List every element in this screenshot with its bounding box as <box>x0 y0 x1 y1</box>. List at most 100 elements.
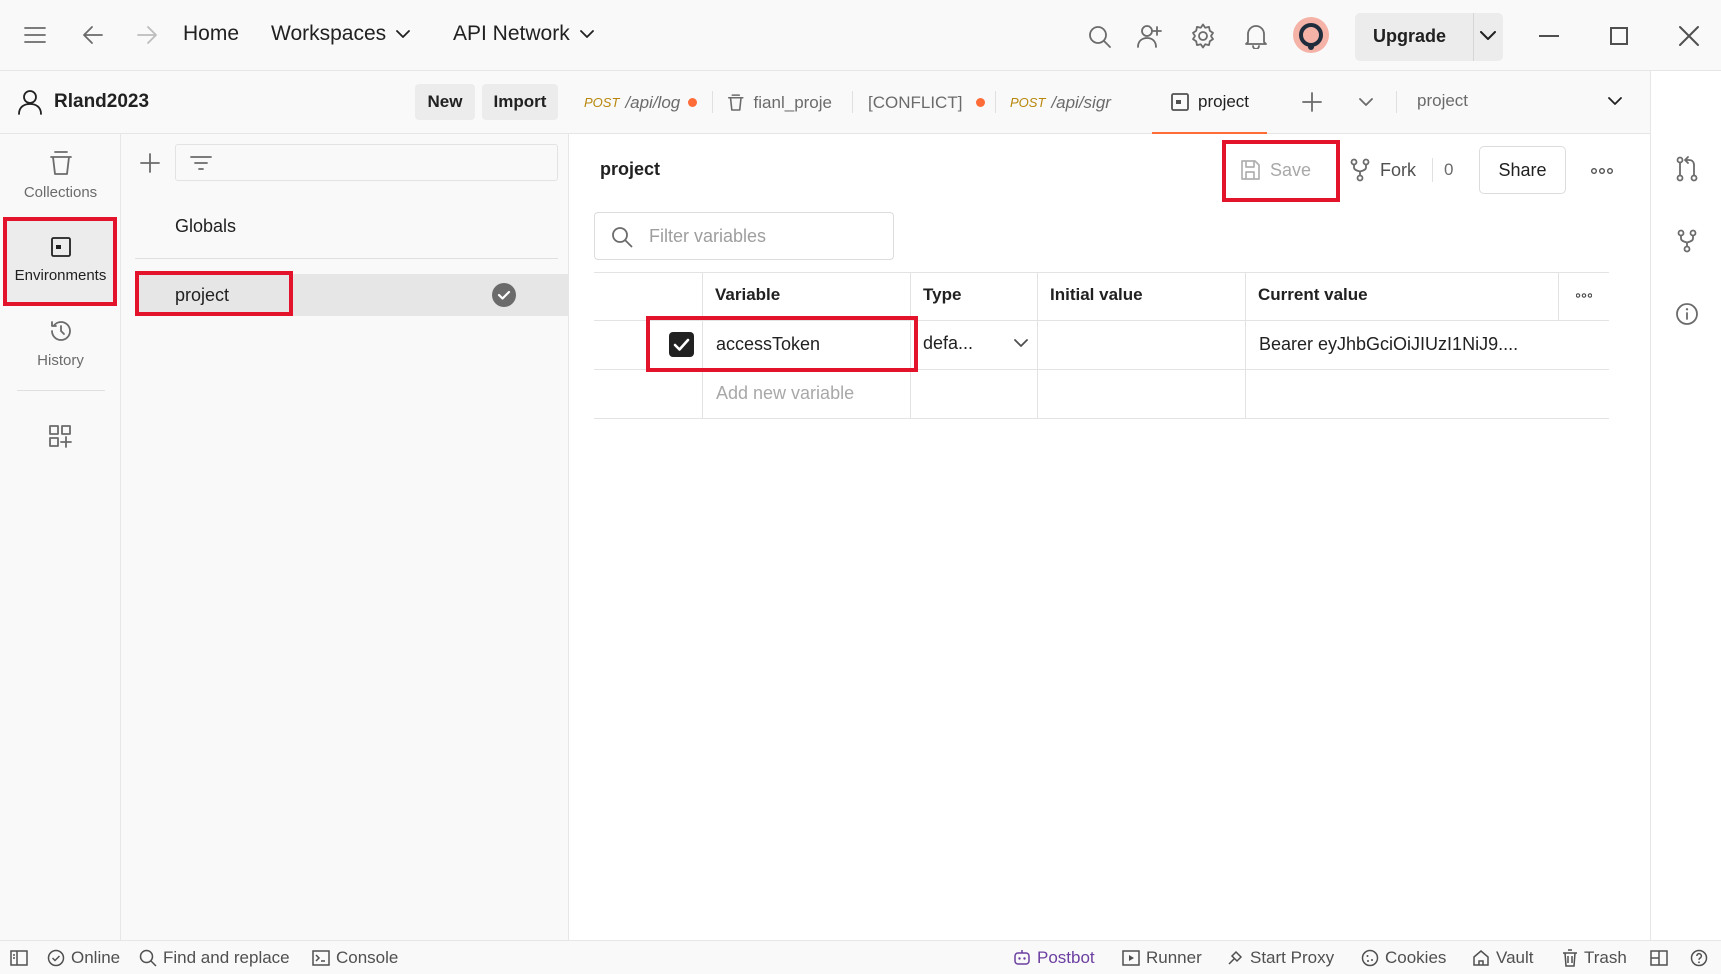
sidebar-item-globals[interactable]: Globals <box>175 216 236 237</box>
online-status[interactable]: Online <box>47 948 120 968</box>
save-label: Save <box>1270 159 1312 180</box>
sidebar-filter-input[interactable] <box>175 144 558 181</box>
configure-sidebar-icon[interactable] <box>48 424 72 448</box>
toggle-sidebar-icon[interactable] <box>10 950 28 966</box>
tab-separator <box>1396 91 1397 113</box>
rail-history[interactable]: History <box>0 318 121 369</box>
runner-button[interactable]: Runner <box>1122 948 1202 968</box>
table-row-divider <box>594 320 1609 321</box>
workspace-name[interactable]: Rland2023 <box>54 91 149 113</box>
table-column-divider <box>1558 272 1559 320</box>
home-link[interactable]: Home <box>183 22 239 46</box>
new-button[interactable]: New <box>415 84 475 120</box>
vault-label: Vault <box>1496 948 1534 967</box>
save-button[interactable]: Save <box>1239 152 1329 188</box>
trash-button[interactable]: Trash <box>1562 948 1627 968</box>
close-window-icon[interactable] <box>1678 25 1700 47</box>
fork-info-icon[interactable] <box>1676 229 1698 253</box>
tab-project-active[interactable]: project <box>1152 71 1267 134</box>
active-environment-check-icon[interactable] <box>492 283 516 307</box>
workspaces-label: Workspaces <box>271 22 387 45</box>
table-row-divider <box>594 369 1609 370</box>
column-header-current-value: Current value <box>1258 285 1368 304</box>
fork-label: Fork <box>1380 159 1416 180</box>
minimize-window-icon[interactable] <box>1539 35 1559 37</box>
add-new-variable-input[interactable]: Add new variable <box>716 383 854 404</box>
tab-fianl-project[interactable]: fianl_proje <box>727 71 832 134</box>
find-and-replace-button[interactable]: Find and replace <box>139 948 290 968</box>
variable-type-select[interactable]: defa... <box>923 333 1028 354</box>
help-icon[interactable] <box>1690 949 1708 967</box>
settings-gear-icon[interactable] <box>1190 23 1216 49</box>
divider <box>17 390 105 391</box>
fork-count[interactable]: 0 <box>1444 160 1453 180</box>
online-status-label: Online <box>71 948 121 967</box>
new-tab-plus-icon[interactable] <box>1301 91 1323 113</box>
console-label: Console <box>336 948 399 967</box>
top-bar: Home Workspaces API Network Upgrade <box>0 0 1721 71</box>
cookies-label: Cookies <box>1385 948 1447 967</box>
avatar[interactable] <box>1293 17 1329 53</box>
rail-collections-label: Collections <box>23 184 98 201</box>
upgrade-dropdown-chevron-icon[interactable] <box>1480 31 1496 41</box>
chevron-down-icon <box>1014 339 1028 347</box>
sidebar-item-project[interactable]: project <box>135 274 569 316</box>
vault-icon <box>1473 950 1489 966</box>
tabs-overflow-chevron-icon[interactable] <box>1359 98 1373 107</box>
invite-user-icon[interactable] <box>1137 23 1163 49</box>
maximize-window-icon[interactable] <box>1610 27 1628 45</box>
cookies-button[interactable]: Cookies <box>1361 948 1446 968</box>
table-more-options-icon[interactable] <box>1576 293 1592 298</box>
rail-environments[interactable]: Environments <box>0 235 121 284</box>
tab-api-login[interactable]: POST /api/log <box>584 71 702 134</box>
rail-collections[interactable]: Collections <box>0 150 121 201</box>
start-proxy-button[interactable]: Start Proxy <box>1226 948 1334 968</box>
variable-enabled-checkbox[interactable] <box>669 332 694 357</box>
import-button[interactable]: Import <box>482 84 558 120</box>
filter-variables-input[interactable]: Filter variables <box>594 212 894 260</box>
history-icon <box>50 321 71 341</box>
notifications-bell-icon[interactable] <box>1245 23 1267 49</box>
upgrade-button[interactable]: Upgrade <box>1373 26 1446 47</box>
api-network-label: API Network <box>453 22 570 45</box>
environment-icon <box>1171 92 1189 111</box>
divider <box>135 258 558 259</box>
tab-api-signup[interactable]: POST /api/sigr <box>1010 71 1115 134</box>
divider <box>1473 13 1474 61</box>
filter-icon <box>190 156 212 170</box>
proxy-icon <box>1228 950 1243 965</box>
vault-button[interactable]: Vault <box>1472 948 1534 968</box>
forward-arrow-icon[interactable] <box>136 25 158 45</box>
http-method-label: POST <box>1010 95 1046 110</box>
search-icon <box>612 227 633 248</box>
tab-label: /api/log <box>625 92 681 112</box>
cookie-icon <box>1361 949 1379 967</box>
console-button[interactable]: Console <box>312 948 398 968</box>
workspaces-dropdown[interactable]: Workspaces <box>271 22 411 46</box>
column-header-initial-value: Initial value <box>1050 285 1143 304</box>
share-button[interactable]: Share <box>1479 146 1566 194</box>
rail-environments-label: Environments <box>14 267 107 284</box>
checkmark-icon <box>673 338 690 351</box>
search-icon[interactable] <box>1088 25 1112 49</box>
more-options-icon[interactable] <box>1591 168 1613 174</box>
upgrade-button-group: Upgrade <box>1355 13 1503 61</box>
postbot-button[interactable]: Postbot <box>1013 948 1095 968</box>
rail-history-label: History <box>37 352 84 369</box>
environment-selector-value: project <box>1417 91 1469 110</box>
tab-conflict[interactable]: [CONFLICT] <box>868 71 988 134</box>
environment-selector[interactable]: project <box>1417 91 1622 111</box>
create-environment-plus-icon[interactable] <box>139 152 161 174</box>
api-network-dropdown[interactable]: API Network <box>453 22 594 46</box>
back-arrow-icon[interactable] <box>82 25 104 45</box>
fork-button[interactable]: Fork <box>1349 152 1416 188</box>
info-icon[interactable] <box>1675 302 1699 326</box>
two-pane-layout-icon[interactable] <box>1650 950 1668 966</box>
variable-current-value-cell[interactable]: Bearer eyJhbGciOiJIUzI1NiJ9.... <box>1259 334 1518 355</box>
pull-requests-icon[interactable] <box>1675 156 1699 182</box>
hamburger-menu-icon[interactable] <box>24 26 46 44</box>
table-column-divider <box>910 272 911 418</box>
postbot-icon <box>1014 950 1030 965</box>
postbot-label: Postbot <box>1037 948 1095 967</box>
variable-name-cell[interactable]: accessToken <box>716 334 820 355</box>
